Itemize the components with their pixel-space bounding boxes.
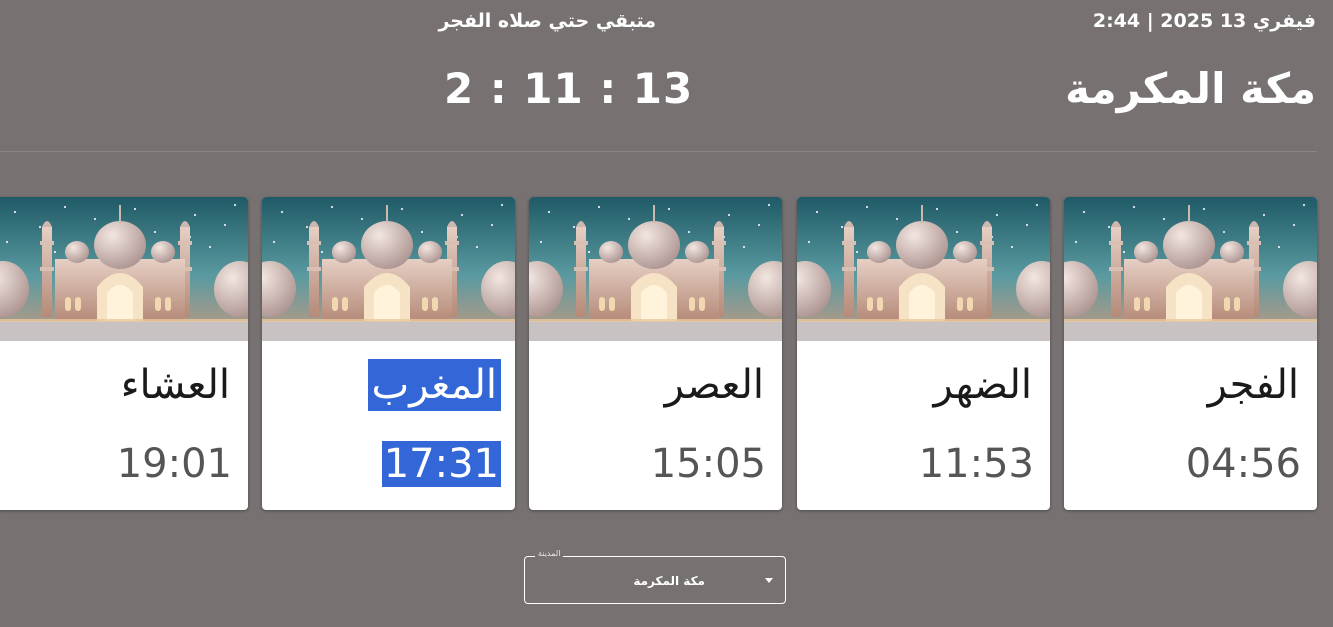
prayer-card-maghrib: المغرب 17:31 — [262, 197, 515, 510]
prayer-name: الضهر — [933, 362, 1033, 408]
date-time-display: فيفري 13 2025 | 2:44 — [1092, 10, 1316, 32]
prayer-card-isha: العشاء 19:01 — [0, 197, 248, 510]
prayer-time: 15:05 — [650, 441, 766, 487]
city-title: مكة المكرمة — [1065, 64, 1316, 113]
prayer-times-page: فيفري 13 2025 | 2:44 متبقي حتي صلاه الفج… — [0, 0, 1333, 627]
mosque-image — [529, 197, 782, 341]
prayer-card-dhuhr: الضهر 11:53 — [797, 197, 1050, 510]
mosque-image — [1064, 197, 1317, 341]
mosque-image — [0, 197, 248, 341]
city-select-label: المدينة — [535, 549, 564, 558]
city-select[interactable]: المدينة مكة المكرمة — [524, 549, 786, 604]
prayer-time: 17:31 — [381, 441, 501, 487]
mosque-image — [262, 197, 515, 341]
prayer-card-fajr: الفجر 04:56 — [1064, 197, 1317, 510]
prayer-name: العشاء — [120, 362, 230, 408]
city-select-value: مكة المكرمة — [633, 574, 705, 588]
prayer-time: 19:01 — [116, 441, 232, 487]
mosque-image — [797, 197, 1050, 341]
prayer-time: 11:53 — [918, 441, 1034, 487]
chevron-down-icon[interactable] — [765, 578, 773, 583]
header-divider — [0, 151, 1317, 152]
prayer-name: العصر — [664, 362, 764, 408]
prayer-time: 04:56 — [1185, 441, 1301, 487]
prayer-card-asr: العصر 15:05 — [529, 197, 782, 510]
prayer-name: المغرب — [367, 359, 501, 411]
countdown-label: متبقي حتي صلاه الفجر — [438, 10, 656, 32]
prayer-name: الفجر — [1207, 362, 1299, 408]
countdown-timer: 2 : 11 : 13 — [444, 64, 694, 113]
